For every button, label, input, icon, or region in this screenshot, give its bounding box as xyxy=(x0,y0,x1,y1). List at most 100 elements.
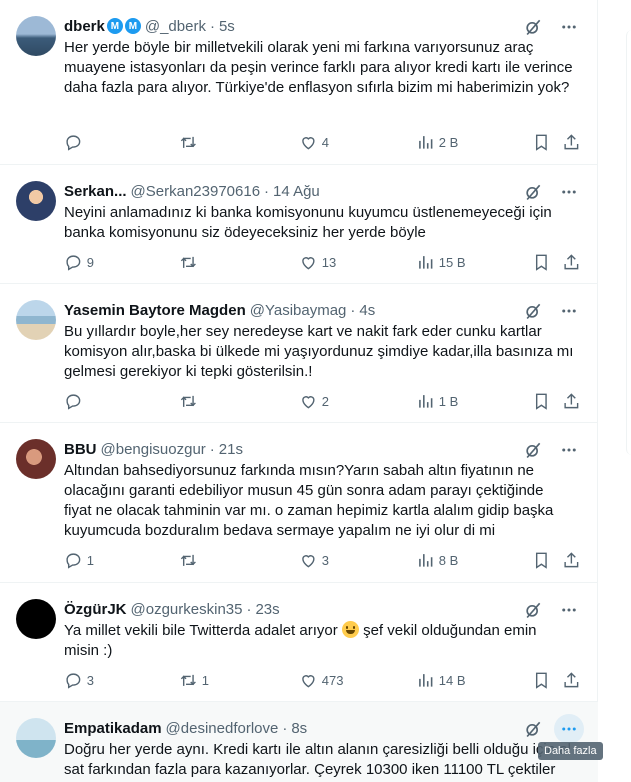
tweet-time[interactable]: 21s xyxy=(219,441,243,458)
separator-dot: · xyxy=(209,440,215,458)
tweet-time[interactable]: 23s xyxy=(255,601,279,618)
tweet[interactable]: Yasemin Baytore Magden @Yasibaymag · 4s … xyxy=(0,284,598,423)
avatar[interactable] xyxy=(16,300,56,340)
like-count: 3 xyxy=(321,552,329,568)
retweet-button[interactable] xyxy=(179,133,202,152)
retweet-button[interactable] xyxy=(179,551,202,570)
share-button[interactable] xyxy=(562,133,581,152)
tweet-time[interactable]: 4s xyxy=(359,302,375,319)
retweet-button[interactable] xyxy=(179,253,202,272)
like-button[interactable]: 2 xyxy=(299,392,329,411)
tweet[interactable]: Serkan... @Serkan23970616 · 14 Ağu Neyin… xyxy=(0,165,598,284)
author-handle[interactable]: @_dberk xyxy=(145,18,206,35)
verified-badge-m: M xyxy=(124,18,141,34)
tweet[interactable]: BBU @bengisuozgur · 21s Altından bahsedi… xyxy=(0,423,598,583)
retweet-icon xyxy=(180,674,196,686)
views-count: 8 B xyxy=(438,552,459,568)
reply-button[interactable]: 3 xyxy=(64,671,94,690)
tweet-time[interactable]: 5s xyxy=(219,18,235,35)
author-handle[interactable]: @Yasibaymag xyxy=(250,302,347,319)
author-handle[interactable]: @Serkan23970616 xyxy=(131,183,261,200)
avatar[interactable] xyxy=(16,439,56,479)
avatar[interactable] xyxy=(16,599,56,639)
bookmark-button[interactable] xyxy=(532,392,551,411)
tweet-text: Bu yıllardır boyle,her sey neredeyse kar… xyxy=(64,323,574,380)
grok-icon[interactable] xyxy=(522,16,544,38)
reply-button[interactable]: 9 xyxy=(64,253,94,272)
tweet-time[interactable]: 8s xyxy=(291,720,307,737)
reply-icon xyxy=(66,135,81,151)
like-icon xyxy=(302,257,315,270)
separator-dot: · xyxy=(246,600,252,618)
grok-icon[interactable] xyxy=(522,599,544,621)
author-handle[interactable]: @desinedforlove xyxy=(166,720,279,737)
more-icon[interactable] xyxy=(558,16,580,38)
reply-button[interactable] xyxy=(64,392,87,411)
views-button[interactable]: 1 B xyxy=(416,392,458,411)
grok-icon[interactable] xyxy=(522,181,544,203)
tweet-text: Altından bahsediyorsunuz farkında mısın?… xyxy=(64,462,554,539)
bookmark-button[interactable] xyxy=(532,671,551,690)
author-name[interactable]: ÖzgürJK xyxy=(64,601,127,618)
reply-count: 9 xyxy=(86,254,94,270)
sidebar-panel-edge xyxy=(626,30,631,455)
tweet-time[interactable]: 14 Ağu xyxy=(273,183,320,200)
like-button[interactable]: 473 xyxy=(299,671,343,690)
grok-icon[interactable] xyxy=(522,718,544,740)
author-name[interactable]: Serkan... xyxy=(64,183,127,200)
share-icon xyxy=(564,672,579,688)
like-button[interactable]: 3 xyxy=(299,551,329,570)
bookmark-icon xyxy=(535,552,547,569)
separator-dot: · xyxy=(282,719,288,737)
avatar[interactable] xyxy=(16,718,56,758)
reply-button[interactable]: 1 xyxy=(64,551,94,570)
tweet-header: Empatikadam @desinedforlove · 8s xyxy=(64,718,307,738)
share-icon xyxy=(564,254,579,270)
grok-icon[interactable] xyxy=(522,439,544,461)
author-name[interactable]: Yasemin Baytore Magden xyxy=(64,302,246,319)
share-button[interactable] xyxy=(562,671,581,690)
more-icon[interactable] xyxy=(558,181,580,203)
views-button[interactable]: 2 B xyxy=(416,133,458,152)
avatar[interactable] xyxy=(16,181,56,221)
like-button[interactable]: 13 xyxy=(299,253,336,272)
retweet-icon xyxy=(180,554,196,566)
author-handle[interactable]: @ozgurkeskin35 xyxy=(131,601,243,618)
reply-button[interactable] xyxy=(64,133,87,152)
more-icon[interactable] xyxy=(558,439,580,461)
views-icon xyxy=(419,395,433,408)
views-button[interactable]: 8 B xyxy=(416,551,458,570)
like-count: 473 xyxy=(321,672,344,688)
avatar[interactable] xyxy=(16,16,56,56)
timeline-feed: dberk M M @_dberk · 5s Her yerde böyle b… xyxy=(0,0,598,782)
like-count: 13 xyxy=(321,254,337,270)
share-button[interactable] xyxy=(562,253,581,272)
bookmark-icon xyxy=(535,254,547,271)
author-name[interactable]: BBU xyxy=(64,441,97,458)
reply-icon xyxy=(66,394,81,410)
bookmark-icon xyxy=(535,393,547,410)
views-count: 1 B xyxy=(438,393,459,409)
author-name[interactable]: dberk xyxy=(64,18,105,35)
bookmark-button[interactable] xyxy=(532,133,551,152)
author-handle[interactable]: @bengisuozgur xyxy=(101,441,206,458)
share-button[interactable] xyxy=(562,392,581,411)
grok-icon[interactable] xyxy=(522,300,544,322)
retweet-button[interactable]: 1 xyxy=(179,671,209,690)
more-icon[interactable] xyxy=(558,300,580,322)
retweet-button[interactable] xyxy=(179,392,202,411)
views-button[interactable]: 14 B xyxy=(416,671,466,690)
more-icon[interactable] xyxy=(558,599,580,621)
tweet[interactable]: Empatikadam @desinedforlove · 8s Doğru h… xyxy=(0,702,598,782)
bookmark-button[interactable] xyxy=(532,551,551,570)
like-button[interactable]: 4 xyxy=(299,133,329,152)
author-name[interactable]: Empatikadam xyxy=(64,720,162,737)
tweet[interactable]: dberk M M @_dberk · 5s Her yerde böyle b… xyxy=(0,0,598,165)
views-button[interactable]: 15 B xyxy=(416,253,466,272)
tweet-text-part: Ya millet vekili bile Twitterda adalet a… xyxy=(64,622,342,639)
tweet-header: Yasemin Baytore Magden @Yasibaymag · 4s xyxy=(64,300,375,320)
share-button[interactable] xyxy=(562,551,581,570)
share-icon xyxy=(564,552,579,568)
bookmark-button[interactable] xyxy=(532,253,551,272)
tweet[interactable]: ÖzgürJK @ozgurkeskin35 · 23s Ya millet v… xyxy=(0,583,598,702)
